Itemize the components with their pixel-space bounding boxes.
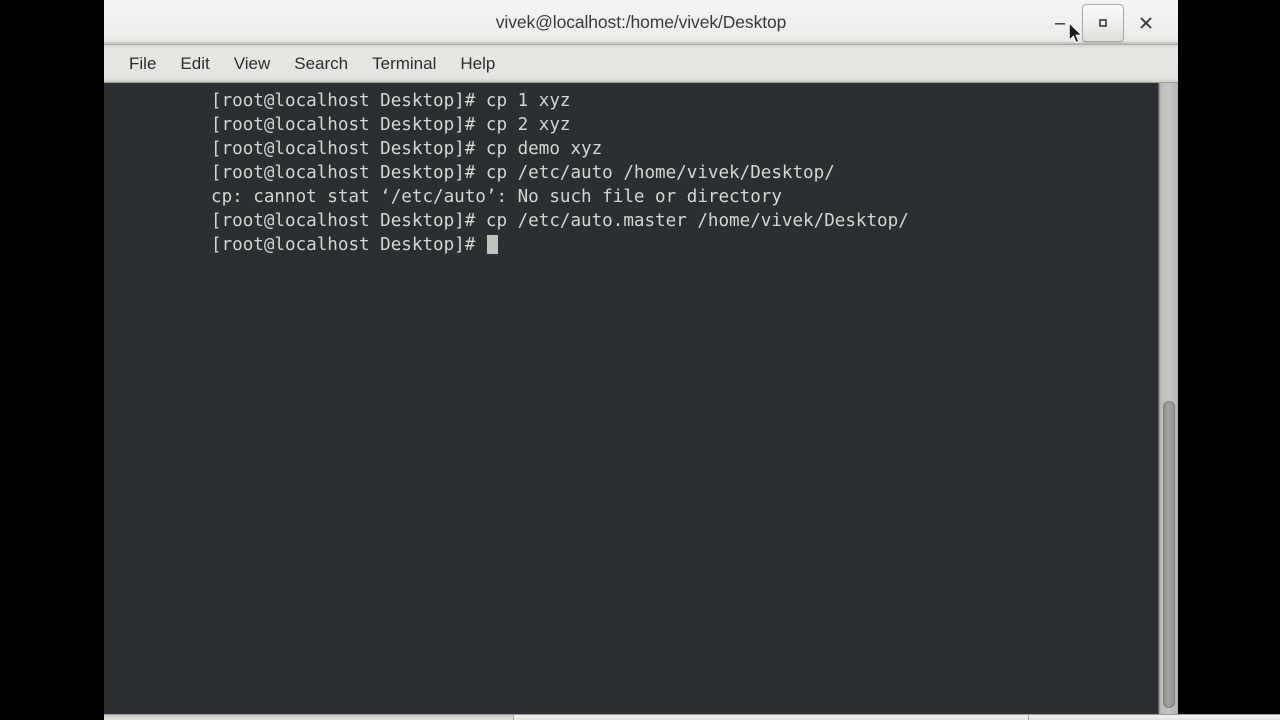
- terminal-output[interactable]: [root@localhost Desktop]# cp 1 xyz [root…: [104, 83, 1158, 714]
- window-controls: [1038, 0, 1168, 45]
- vertical-scrollbar[interactable]: [1158, 83, 1178, 714]
- close-icon: [1140, 17, 1152, 28]
- menu-item-edit[interactable]: Edit: [169, 51, 220, 77]
- taskbar-item[interactable]: [514, 715, 1029, 720]
- menu-item-search[interactable]: Search: [283, 51, 359, 77]
- desktop: vivek@localhost:/home/vivek/Desktop File…: [0, 0, 1280, 720]
- terminal-line: [root@localhost Desktop]# cp 2 xyz: [211, 115, 571, 135]
- scrollbar-thumb[interactable]: [1163, 401, 1175, 708]
- menu-item-file-label: File: [129, 53, 157, 73]
- window-titlebar[interactable]: vivek@localhost:/home/vivek/Desktop: [104, 0, 1178, 45]
- close-button[interactable]: [1124, 3, 1168, 43]
- menu-item-edit-label: Edit: [180, 53, 210, 73]
- terminal-line: [root@localhost Desktop]# cp /etc/auto /…: [211, 163, 835, 183]
- terminal-body: [root@localhost Desktop]# cp 1 xyz [root…: [104, 83, 1178, 714]
- menu-item-view[interactable]: View: [223, 51, 282, 77]
- desktop-taskbar: [104, 714, 1280, 720]
- taskbar-item[interactable]: [1029, 715, 1280, 720]
- terminal-prompt-line: [root@localhost Desktop]#: [211, 233, 1158, 257]
- menu-item-terminal-label: Terminal: [372, 53, 437, 73]
- minimize-button[interactable]: [1038, 3, 1082, 43]
- minimize-icon: [1055, 22, 1065, 25]
- menu-item-view-label: View: [233, 53, 271, 73]
- menu-item-help-label: Help: [460, 53, 496, 73]
- terminal-error-line: cp: cannot stat ‘/etc/auto’: No such fil…: [211, 187, 782, 207]
- menu-item-file[interactable]: File: [118, 51, 167, 77]
- menu-item-help[interactable]: Help: [449, 51, 506, 77]
- menu-bar: File Edit View Search Terminal Help: [104, 45, 1178, 83]
- maximize-button[interactable]: [1082, 3, 1124, 42]
- maximize-icon: [1099, 18, 1107, 27]
- terminal-line: [root@localhost Desktop]# cp demo xyz: [211, 139, 603, 159]
- terminal-line: [root@localhost Desktop]# cp /etc/auto.m…: [211, 211, 909, 231]
- terminal-cursor: [486, 235, 498, 254]
- taskbar-item[interactable]: [104, 715, 514, 720]
- menu-item-search-label: Search: [294, 53, 349, 73]
- terminal-window: vivek@localhost:/home/vivek/Desktop File…: [104, 0, 1178, 714]
- menu-item-terminal[interactable]: Terminal: [361, 51, 447, 77]
- terminal-prompt: [root@localhost Desktop]#: [211, 235, 486, 255]
- window-title: vivek@localhost:/home/vivek/Desktop: [495, 11, 787, 32]
- terminal-line: [root@localhost Desktop]# cp 1 xyz: [211, 91, 571, 111]
